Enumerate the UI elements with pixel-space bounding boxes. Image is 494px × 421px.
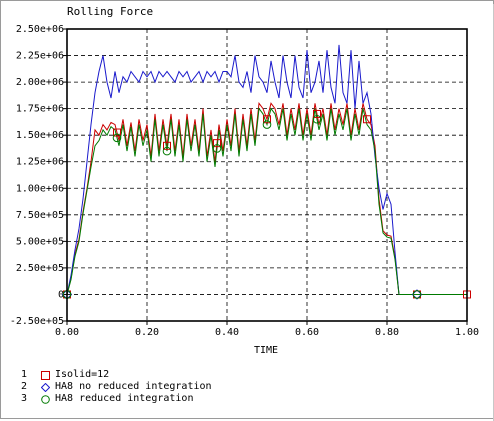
legend-entry-2: 2 HA8 no reduced integration [21,381,341,393]
y-tick-label: -2.50e+05 [10,316,64,327]
legend-marker-shape [41,383,50,392]
plot-area: 2.50e+06 2.25e+06 2.00e+06 1.75e+06 1.50e+06… [10,24,479,338]
y-tick-label: 2.50e+05 [16,263,64,274]
legend-index: 2 [21,381,28,392]
y-tick-label: 2.50e+06 [16,24,64,35]
x-tick-label: 0.00 [55,327,79,338]
legend-entry-3: 3 HA8 reduced integration [21,393,341,405]
rolling-force-chart: Rolling Force 2.50e+06 2.25e+06 2.00e+06 1.… [10,5,479,356]
x-axis-label: TIME [254,345,278,356]
circle-marker-icon [41,395,50,404]
legend-label: Isolid=12 [55,369,110,380]
legend-index: 3 [21,393,28,404]
x-tick-label: 0.60 [295,327,319,338]
y-tick-label: 1.75e+06 [16,104,64,115]
plot-window: Rolling Force 2.50e+06 2.25e+06 2.00e+06 1.… [0,0,494,421]
chart-title: Rolling Force [67,5,153,18]
y-tick-label: 7.50e+05 [16,210,64,221]
legend-label: HA8 reduced integration [55,393,194,404]
legend-label: HA8 no reduced integration [55,381,212,392]
legend-index: 1 [21,369,28,380]
x-tick-label: 0.20 [135,327,159,338]
diamond-marker-icon [41,383,50,392]
y-tick-label: 1.00e+06 [16,183,64,194]
legend-marker-shape [41,371,50,380]
legend-marker-shape [41,395,50,404]
plot-background [67,29,467,321]
x-tick-label: 1.00 [455,327,479,338]
x-tick-label: 0.40 [215,327,239,338]
y-tick-label: 5.00e+05 [16,236,64,247]
y-tick-label: 1.25e+06 [16,157,64,168]
y-tick-label: 2.00e+06 [16,77,64,88]
y-tick-label: 1.50e+06 [16,130,64,141]
square-marker-icon [41,371,50,380]
legend-entry-1: 1 Isolid=12 [21,369,341,381]
x-tick-label: 0.80 [375,327,399,338]
legend: 1 Isolid=12 2 HA8 no reduced integration 3 HA… [21,369,341,405]
y-tick-label: 2.25e+06 [16,51,64,62]
